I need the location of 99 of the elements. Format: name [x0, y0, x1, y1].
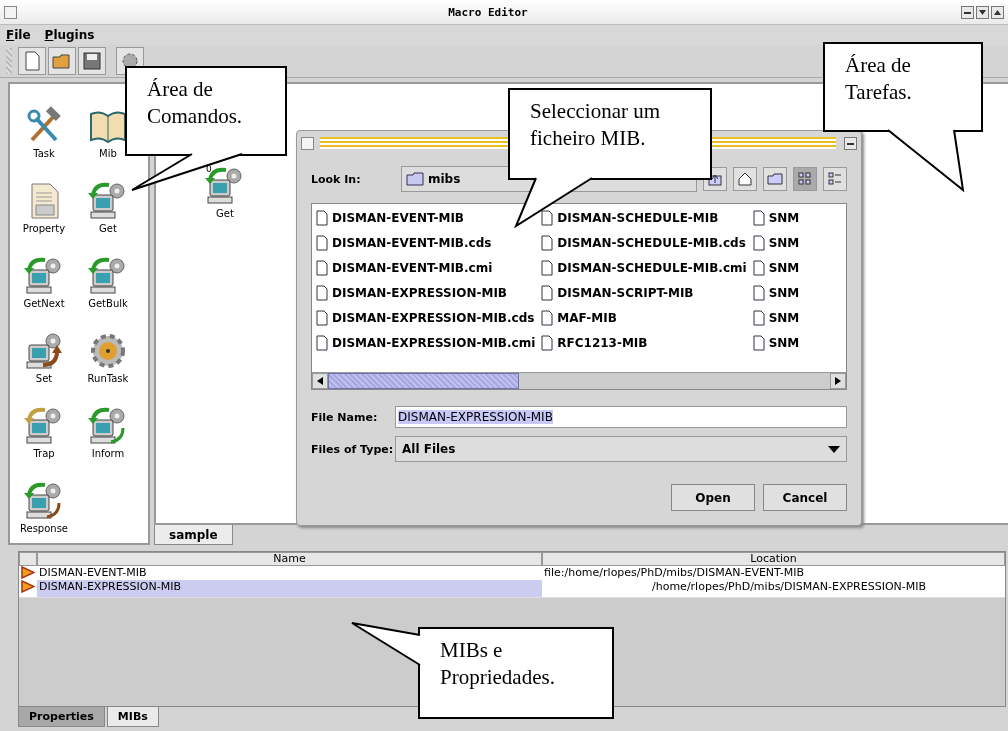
palette-label[interactable]: RunTask [87, 373, 129, 384]
canvas-tab[interactable]: sample [154, 525, 233, 545]
house-icon [738, 172, 752, 186]
shade-button[interactable] [976, 5, 989, 19]
file-icon [752, 209, 765, 226]
left-triangle-icon [317, 377, 323, 385]
file-name[interactable]: DISMAN-EXPRESSION-MIB.cmi [332, 335, 536, 350]
window-title: Macro Editor [447, 5, 529, 19]
file-icon [541, 309, 554, 326]
file-icon [316, 284, 328, 301]
folder-icon [767, 173, 783, 185]
file-name[interactable]: DISMAN-EXPRESSION-MIB.cds [332, 310, 535, 325]
file-name[interactable]: DISMAN-SCHEDULE-MIB.cmi [557, 260, 747, 275]
file-icon [541, 209, 554, 226]
file-icon [316, 309, 328, 326]
palette-label[interactable]: Mib [99, 148, 117, 159]
file-name-field[interactable]: DISMAN-EXPRESSION-MIB [395, 406, 847, 428]
file-icon [752, 334, 765, 351]
file-icon [316, 209, 328, 226]
new-folder-button[interactable] [763, 167, 787, 191]
file-icon [541, 234, 554, 251]
maximize-button[interactable] [991, 5, 1004, 19]
file-name[interactable]: DISMAN-EXPRESSION-MIB [332, 285, 507, 300]
dialog-button[interactable]: Cancel [763, 484, 847, 511]
file-name[interactable]: SNM [768, 260, 800, 275]
scroll-right-button[interactable] [830, 373, 846, 389]
file-icon [541, 259, 554, 276]
callout-pointer [350, 621, 422, 667]
right-triangle-icon [835, 377, 841, 385]
file-icon [541, 334, 554, 351]
new-file-icon [24, 51, 40, 71]
list-view-icon [798, 172, 812, 186]
file-type-dropdown[interactable]: All Files [395, 436, 847, 462]
file-icon [316, 334, 328, 351]
file-name[interactable]: DISMAN-EVENT-MIB.cds [332, 235, 492, 250]
file-name[interactable]: DISMAN-EVENT-MIB [332, 210, 464, 225]
window-menu-button[interactable] [301, 136, 314, 150]
file-name[interactable]: MAF-MIB [557, 310, 617, 325]
dialog-button[interactable]: Open [671, 484, 755, 511]
file-type-label: Files of Type: [311, 442, 395, 456]
file-name[interactable]: RFC1213-MIB [557, 335, 648, 350]
file-icon [316, 259, 328, 276]
triangle-icon [21, 580, 35, 593]
scrollbar-thumb[interactable] [328, 373, 519, 389]
file-icon [752, 284, 765, 301]
file-name[interactable]: SNM [768, 310, 800, 325]
minimize-button[interactable] [961, 5, 974, 19]
palette-label[interactable]: Set [35, 373, 53, 384]
triangle-icon [21, 566, 35, 579]
palette-label[interactable]: Property [22, 223, 66, 234]
file-icon [752, 259, 765, 276]
minimize-button[interactable] [844, 136, 857, 150]
file-type-value: All Files [402, 442, 456, 456]
file-icon [541, 284, 554, 301]
palette-label[interactable]: Get [99, 223, 117, 234]
file-name-label: File Name: [311, 410, 379, 424]
window-menu-button[interactable] [4, 5, 17, 19]
file-name[interactable]: DISMAN-SCHEDULE-MIB [557, 210, 719, 225]
details-view-icon [828, 172, 842, 186]
gear-icon [88, 331, 128, 371]
palette-label[interactable]: Task [33, 148, 55, 159]
up-triangle-icon [994, 8, 1001, 16]
look-in-label: Look In: [311, 172, 362, 186]
up-folder-icon [708, 172, 722, 186]
palette-label[interactable]: GetNext [23, 298, 65, 309]
folder-icon [52, 52, 72, 70]
palette-label[interactable]: Response [20, 523, 68, 534]
file-icon [752, 234, 765, 251]
panel-tab[interactable]: MIBs [106, 707, 159, 727]
file-name[interactable]: SNM [768, 210, 800, 225]
menu-item[interactable]: File [6, 28, 31, 42]
palette-label[interactable]: Trap [33, 448, 55, 459]
column-header[interactable]: Name [37, 552, 542, 566]
file-name[interactable]: DISMAN-EVENT-MIB.cmi [332, 260, 493, 275]
file-name[interactable]: SNM [768, 335, 800, 350]
column-header[interactable]: Location [542, 552, 1005, 566]
file-name[interactable]: DISMAN-SCRIPT-MIB [557, 285, 694, 300]
table-cell: DISMAN-EXPRESSION-MIB [37, 580, 542, 598]
file-icon [752, 309, 765, 326]
menu-item[interactable]: Plugins [44, 28, 95, 42]
toolbar-button[interactable] [78, 47, 106, 75]
toolbar-grip[interactable] [6, 48, 12, 74]
scroll-left-button[interactable] [312, 373, 328, 389]
callout-tooltip: MIBs e Propriedades. [418, 627, 614, 719]
palette-label[interactable]: GetBulk [88, 298, 128, 309]
file-name[interactable]: DISMAN-SCHEDULE-MIB.cds [557, 235, 746, 250]
palette-label[interactable]: Inform [91, 448, 125, 459]
node-label: Get [216, 208, 234, 219]
file-name[interactable]: SNM [768, 235, 800, 250]
down-triangle-icon [979, 8, 986, 16]
table-cell: /home/rlopes/PhD/mibs/DISMAN-EXPRESSION-MIB [542, 580, 1005, 598]
view-button[interactable] [793, 167, 817, 191]
down-triangle-icon [828, 445, 840, 453]
view-button[interactable] [823, 167, 847, 191]
folder-icon [406, 172, 424, 186]
file-name[interactable]: SNM [768, 285, 800, 300]
home-button[interactable] [733, 167, 757, 191]
file-icon [316, 234, 328, 251]
panel-tab[interactable]: Properties [18, 707, 105, 727]
